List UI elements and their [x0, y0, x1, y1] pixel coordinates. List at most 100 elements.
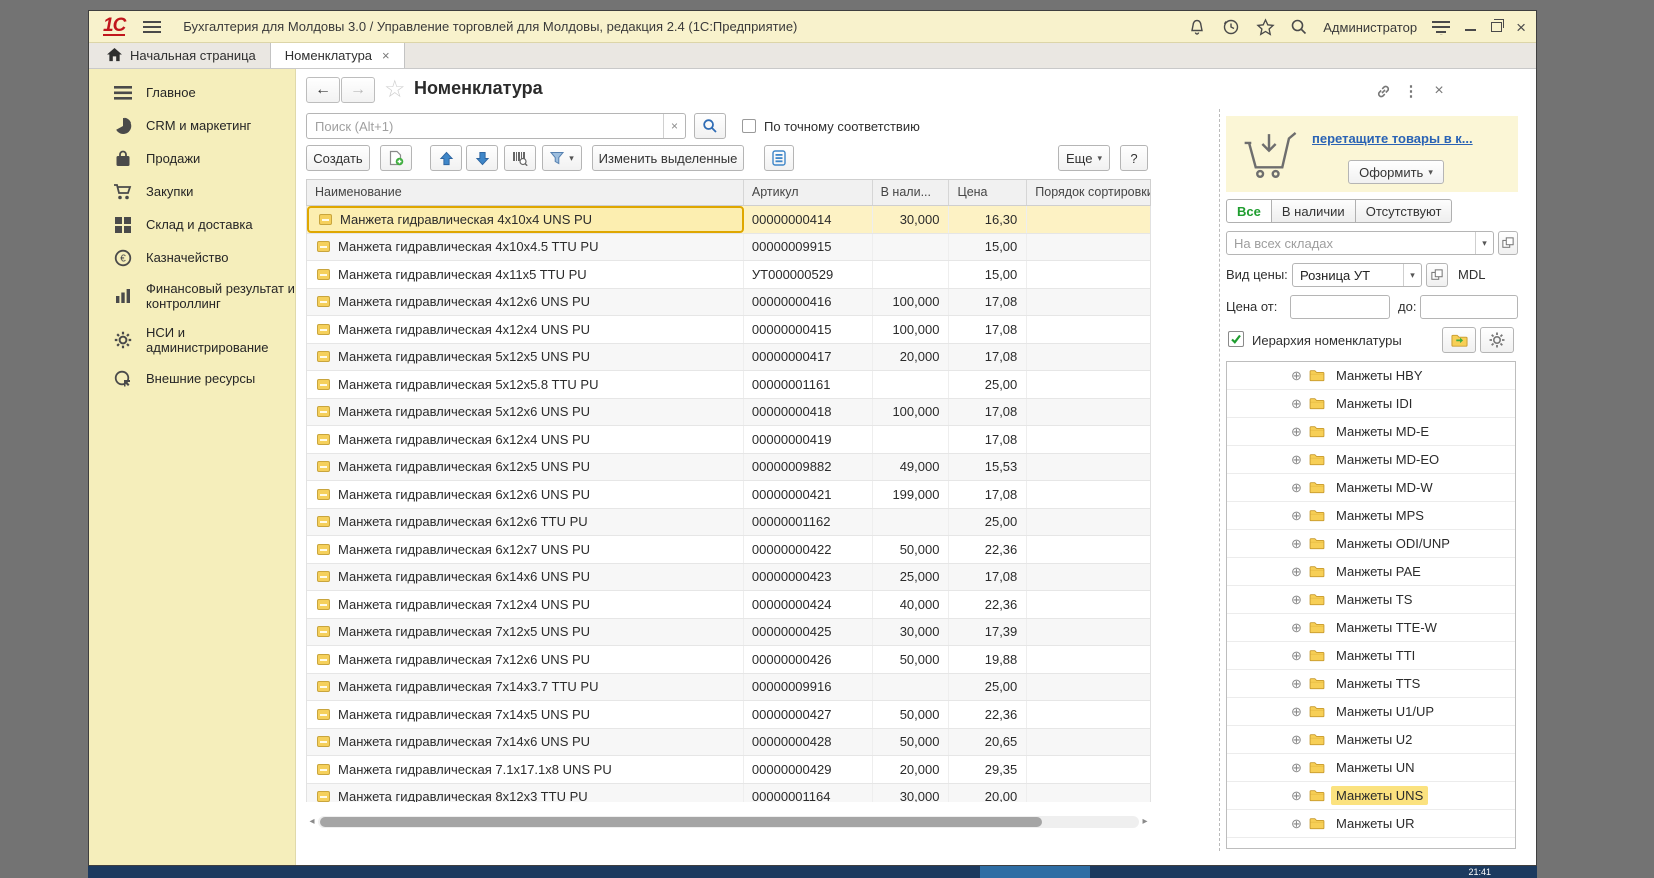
article-cell[interactable]: 00000000419 [744, 426, 873, 453]
table-row[interactable]: Манжета гидравлическая 4x10x4 UNS PU0000… [307, 206, 1150, 234]
warehouse-choose-button[interactable] [1498, 231, 1518, 255]
table-row[interactable]: Манжета гидравлическая 7x14x5 UNS PU0000… [307, 701, 1150, 729]
article-cell[interactable]: 00000000421 [744, 481, 873, 508]
price-cell[interactable]: 15,53 [949, 454, 1027, 481]
article-cell[interactable]: УТ000000529 [744, 261, 873, 288]
main-menu-icon[interactable] [143, 21, 161, 33]
column-stock[interactable]: В нали... [873, 180, 950, 205]
expand-icon[interactable]: ⊕ [1291, 452, 1309, 468]
taskbar-active-app[interactable] [980, 866, 1090, 878]
article-cell[interactable]: 00000000429 [744, 756, 873, 783]
sort-order-cell[interactable] [1027, 399, 1150, 426]
stock-cell[interactable]: 20,000 [873, 756, 950, 783]
name-cell[interactable]: Манжета гидравлическая 5x12x6 UNS PU [307, 399, 744, 426]
tree-node-label[interactable]: Манжеты HBY [1331, 366, 1428, 385]
tree-node-label[interactable]: Манжеты TTE-W [1331, 618, 1442, 637]
price-cell[interactable]: 17,08 [949, 344, 1027, 371]
name-cell[interactable]: Манжета гидравлическая 6x14x6 UNS PU [307, 564, 744, 591]
horizontal-scrollbar[interactable]: ◂ ▸ [306, 814, 1151, 829]
tree-node-label[interactable]: Манжеты TTS [1331, 674, 1425, 693]
exact-match-checkbox[interactable] [742, 119, 756, 133]
expand-icon[interactable]: ⊕ [1291, 816, 1309, 832]
price-cell[interactable]: 17,08 [949, 316, 1027, 343]
article-cell[interactable]: 00000000418 [744, 399, 873, 426]
column-article[interactable]: Артикул [744, 180, 873, 205]
article-cell[interactable]: 00000000414 [744, 206, 873, 233]
table-row[interactable]: Манжета гидравлическая 7x14x6 UNS PU0000… [307, 729, 1150, 757]
current-user[interactable]: Администратор [1323, 20, 1417, 35]
article-cell[interactable]: 00000001162 [744, 509, 873, 536]
table-row[interactable]: Манжета гидравлическая 7.1x17.1x8 UNS PU… [307, 756, 1150, 784]
article-cell[interactable]: 00000009882 [744, 454, 873, 481]
sidebar-item-3[interactable]: Закупки [89, 182, 295, 201]
sort-order-cell[interactable] [1027, 316, 1150, 343]
list-settings-button[interactable] [764, 145, 794, 171]
tab-close-icon[interactable]: × [382, 48, 390, 63]
article-cell[interactable]: 00000000425 [744, 619, 873, 646]
drag-to-cart-link[interactable]: перетащите товары в к... [1312, 131, 1473, 146]
tree-node[interactable]: ⊕Манжеты UNS [1227, 782, 1515, 810]
stock-cell[interactable]: 50,000 [873, 646, 950, 673]
price-cell[interactable]: 17,08 [949, 481, 1027, 508]
price-from-input[interactable] [1290, 295, 1390, 319]
tree-node[interactable]: ⊕Манжеты MD-W [1227, 474, 1515, 502]
user-menu-icon[interactable] [1431, 17, 1451, 37]
name-cell[interactable]: Манжета гидравлическая 4x12x4 UNS PU [307, 316, 744, 343]
tree-node-label[interactable]: Манжеты MD-E [1331, 422, 1434, 441]
sort-order-cell[interactable] [1027, 536, 1150, 563]
table-row[interactable]: Манжета гидравлическая 4x12x6 UNS PU0000… [307, 289, 1150, 317]
price-type-select[interactable]: Розница УТ ▾ [1292, 263, 1422, 287]
stock-cell[interactable]: 100,000 [873, 399, 950, 426]
table-row[interactable]: Манжета гидравлическая 5x12x5.8 TTU PU00… [307, 371, 1150, 399]
table-row[interactable]: Манжета гидравлическая 6x12x4 UNS PU0000… [307, 426, 1150, 454]
stock-cell[interactable] [873, 261, 950, 288]
stock-cell[interactable] [873, 426, 950, 453]
price-cell[interactable]: 25,00 [949, 509, 1027, 536]
name-cell[interactable]: Манжета гидравлическая 4x12x6 UNS PU [307, 289, 744, 316]
sort-order-cell[interactable] [1027, 454, 1150, 481]
hierarchy-checkbox[interactable] [1228, 331, 1244, 347]
tree-node-label[interactable]: Манжеты TS [1331, 590, 1417, 609]
sort-order-cell[interactable] [1027, 619, 1150, 646]
tree-node[interactable]: ⊕ Манжеты TTS [1227, 670, 1515, 698]
article-cell[interactable]: 00000000423 [744, 564, 873, 591]
sort-order-cell[interactable] [1027, 729, 1150, 756]
create-button[interactable]: Создать [306, 145, 370, 171]
price-type-choose-button[interactable] [1426, 263, 1448, 287]
price-cell[interactable]: 15,00 [949, 234, 1027, 261]
price-cell[interactable]: 20,65 [949, 729, 1027, 756]
edit-selected-button[interactable]: Изменить выделенные [592, 145, 744, 171]
name-cell[interactable]: Манжета гидравлическая 7x12x5 UNS PU [307, 619, 744, 646]
back-button[interactable]: ← [306, 77, 340, 103]
table-header[interactable]: Наименование Артикул В нали... Цена Поря… [306, 179, 1151, 206]
tree-node[interactable]: ⊕ Манжеты MD-EO [1227, 446, 1515, 474]
name-cell[interactable]: Манжета гидравлическая 7.1x17.1x8 UNS PU [307, 756, 744, 783]
filter-tab-in-stock[interactable]: В наличии [1271, 199, 1356, 223]
expand-icon[interactable]: ⊕ [1291, 676, 1309, 692]
cart-dropzone[interactable]: перетащите товары в к... Оформить▾ [1226, 116, 1518, 192]
column-name[interactable]: Наименование [307, 180, 744, 205]
expand-icon[interactable]: ⊕ [1291, 424, 1309, 440]
tree-node-label[interactable]: Манжеты IDI [1331, 394, 1417, 413]
column-price[interactable]: Цена [949, 180, 1027, 205]
search-clear-icon[interactable]: × [663, 114, 685, 138]
price-cell[interactable]: 22,36 [949, 536, 1027, 563]
stock-cell[interactable]: 50,000 [873, 729, 950, 756]
tree-settings-button[interactable] [1480, 327, 1514, 353]
scrollbar-track[interactable] [318, 816, 1139, 828]
article-cell[interactable]: 00000000415 [744, 316, 873, 343]
search-button[interactable] [694, 113, 726, 139]
tree-node[interactable]: ⊕Манжеты U2 [1227, 726, 1515, 754]
favorites-star-icon[interactable] [1255, 17, 1275, 37]
create-group-button[interactable] [380, 145, 412, 171]
price-cell[interactable]: 17,39 [949, 619, 1027, 646]
sort-order-cell[interactable] [1027, 701, 1150, 728]
tree-node-label[interactable]: Манжеты MD-EO [1331, 450, 1444, 469]
tree-node[interactable]: ⊕Манжеты ODI/UNP [1227, 530, 1515, 558]
stock-cell[interactable]: 30,000 [873, 619, 950, 646]
table-row[interactable]: Манжета гидравлическая 7x12x6 UNS PU0000… [307, 646, 1150, 674]
name-cell[interactable]: Манжета гидравлическая 7x14x6 UNS PU [307, 729, 744, 756]
stock-cell[interactable] [873, 509, 950, 536]
name-cell[interactable]: Манжета гидравлическая 7x14x3.7 TTU PU [307, 674, 744, 701]
stock-cell[interactable]: 25,000 [873, 564, 950, 591]
